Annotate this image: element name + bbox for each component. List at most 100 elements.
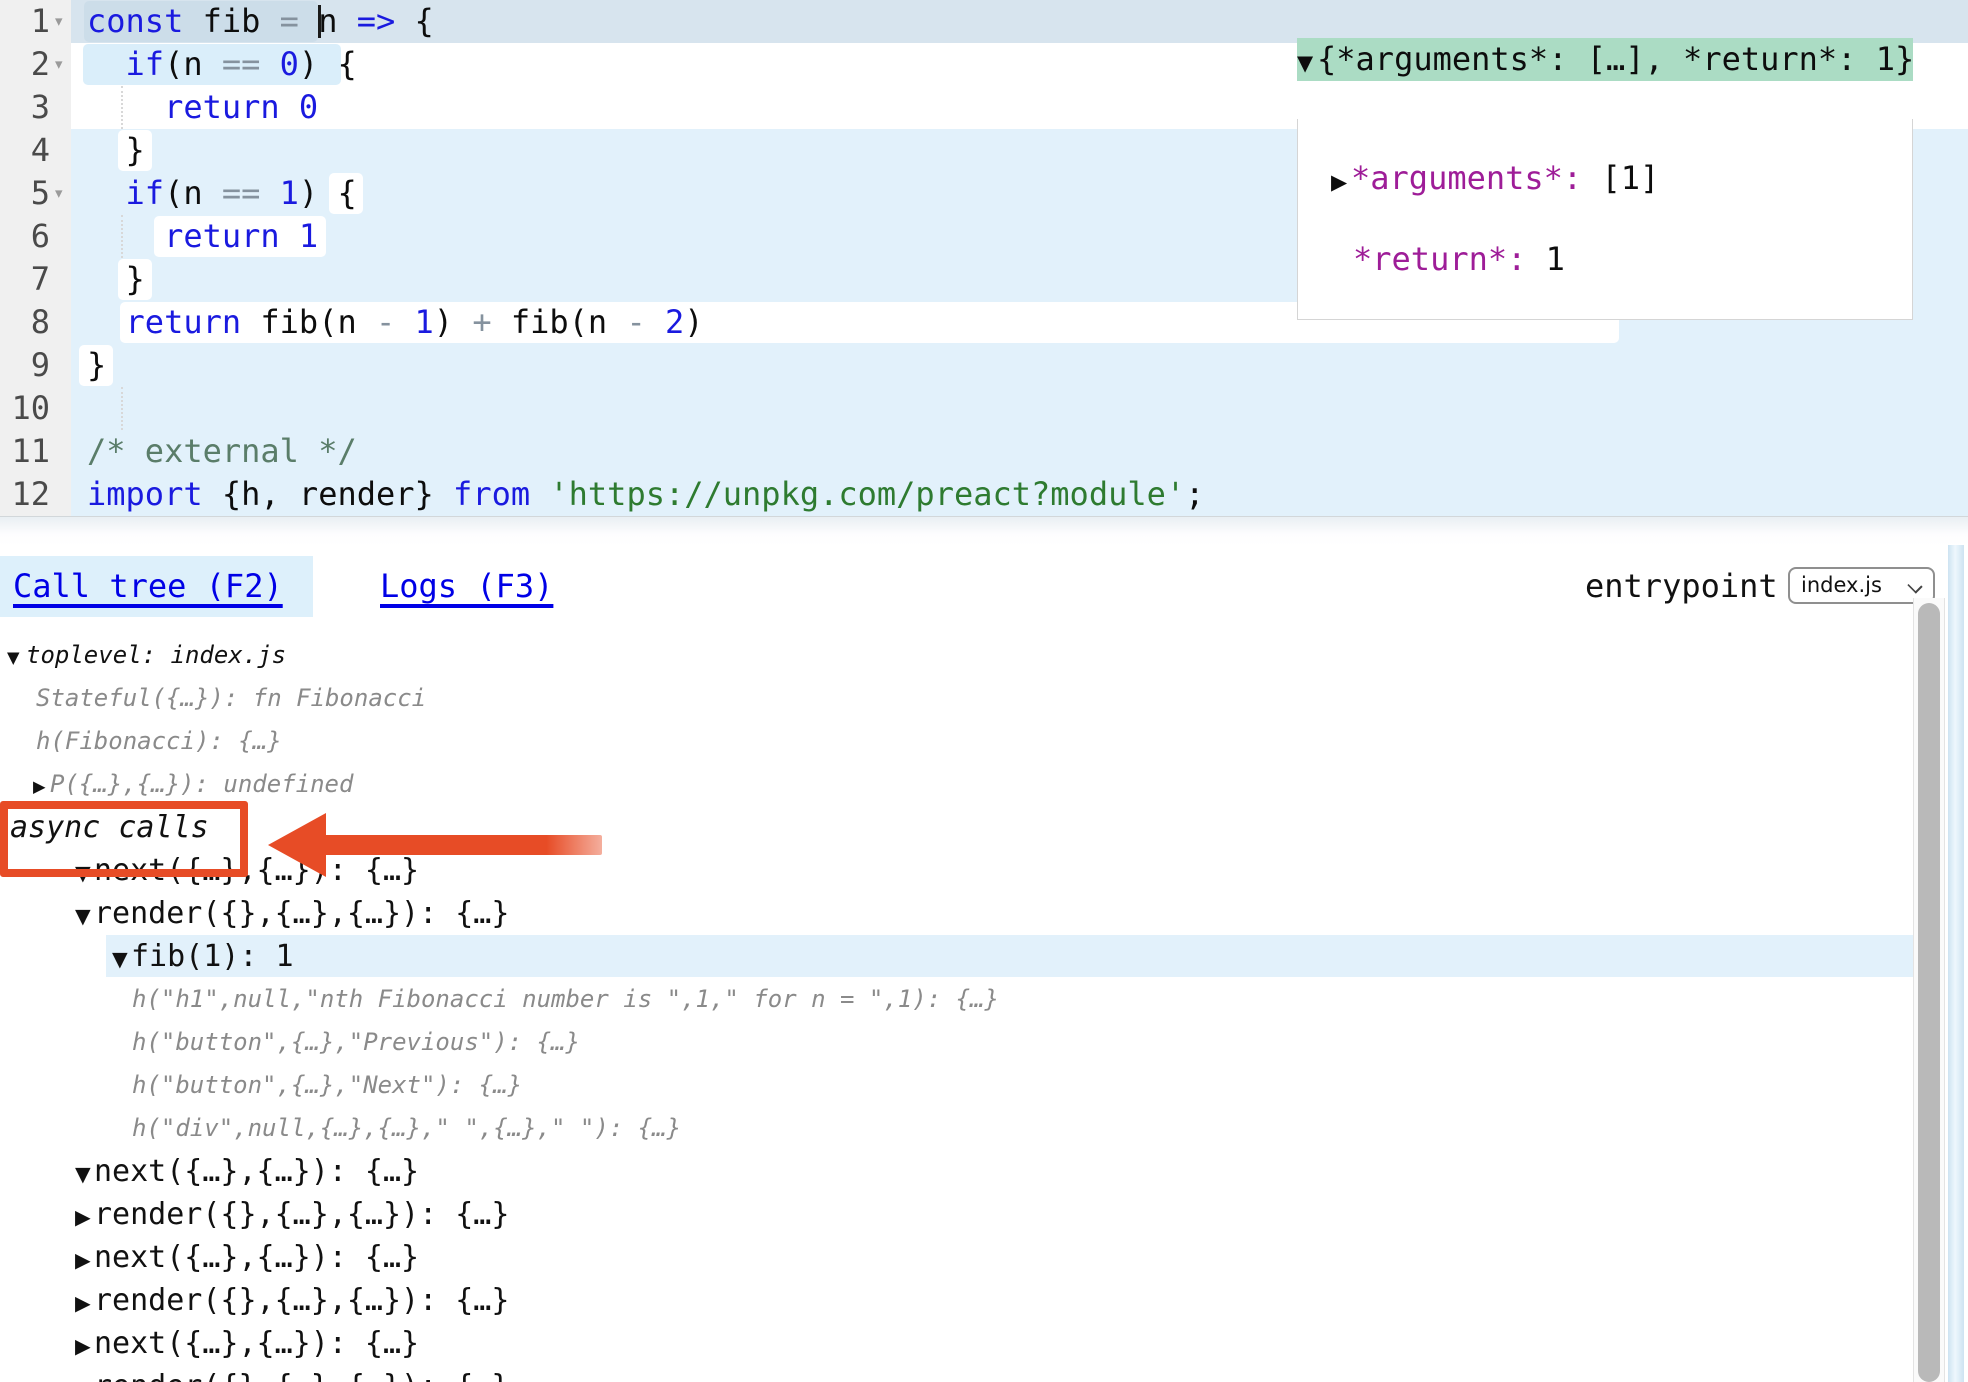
line-number: 2 [0, 43, 50, 86]
line-number: 12 [0, 473, 50, 516]
code-text: if(n == 0) { [87, 43, 357, 86]
panel-divider[interactable] [0, 516, 1968, 546]
fold-arrow-icon[interactable]: ▾ [55, 172, 63, 215]
line-number: 6 [0, 215, 50, 258]
app-window: 1▾const fib = n => {2▾ if(n == 0) {3 ret… [0, 0, 1968, 1382]
line-number: 3 [0, 86, 50, 129]
call-tree: ▼toplevel: index.jsStateful({…}): fn Fib… [0, 634, 1913, 1382]
code-text: return 0 [87, 86, 318, 129]
tree-row-label: next({…},{…}): {…} [94, 1154, 419, 1189]
tree-row-label: Stateful({…}): fn Fibonacci [36, 684, 426, 712]
code-text: } [87, 129, 145, 172]
tree-row-render-3[interactable]: ▶render({},{…},{…}): {…} [0, 1279, 1913, 1322]
tree-row-label: P({…},{…}): undefined [50, 770, 353, 798]
line-number: 9 [0, 344, 50, 387]
code-text: return fib(n - 1) + fib(n - 2) [87, 301, 704, 344]
tree-row-next-2[interactable]: ▼next({…},{…}): {…} [0, 1150, 1913, 1193]
tree-row-label: next({…},{…}): {…} [94, 1240, 419, 1275]
line-number: 1 [0, 0, 50, 43]
collapse-icon[interactable]: ▼ [7, 636, 26, 679]
annotation-red-box [0, 801, 248, 877]
expand-icon[interactable]: ▶ [75, 1196, 94, 1239]
text-cursor [318, 5, 321, 38]
tree-row-fib-1[interactable]: ▼fib(1): 1 [0, 935, 1913, 978]
line-number: 5 [0, 172, 50, 215]
entrypoint-label: entrypoint [1585, 556, 1778, 617]
tooltip-arguments-key: *arguments*: [1351, 159, 1582, 197]
annotation-arrow-shaft [324, 835, 602, 855]
tree-row-label: h("h1",null,"nth Fibonacci number is ",1… [132, 985, 999, 1013]
tree-row-h-h1[interactable]: h("h1",null,"nth Fibonacci number is ",1… [0, 978, 1913, 1021]
code-line: 12 import {h, render} from 'https://unpkg… [0, 473, 1968, 516]
tree-row-label: render({},{…},{…}): {…} [94, 1197, 509, 1232]
fold-arrow-icon[interactable]: ▾ [55, 0, 63, 43]
tree-row-label: render({},{…},{…}): {…} [94, 896, 509, 931]
tree-row-label: h("button",{…},"Previous"): {…} [132, 1028, 580, 1056]
indent-guide [121, 387, 123, 430]
tree-row-label: render({},{…},{…}): {…} [94, 1283, 509, 1318]
annotation-arrow-icon [268, 813, 326, 877]
tree-row-h-button-next[interactable]: h("button",{…},"Next"): {…} [0, 1064, 1913, 1107]
collapse-icon[interactable]: ▼ [75, 895, 94, 938]
collapse-icon[interactable]: ▼ [1297, 42, 1317, 85]
line-number: 8 [0, 301, 50, 344]
tab-call-tree-label[interactable]: Call tree (F2) [13, 567, 283, 605]
line-number: 7 [0, 258, 50, 301]
tooltip-body: ▶*arguments*: [1] *return*: 1 [1297, 119, 1913, 320]
tree-row-h-div[interactable]: h("div",null,{…},{…}," ",{…}," "): {…} [0, 1107, 1913, 1150]
panel-edge-strip [1948, 545, 1964, 1382]
line-number: 10 [0, 387, 50, 430]
tree-row-label: h("div",null,{…},{…}," ",{…}," "): {…} [132, 1114, 681, 1142]
code-text: return 1 [87, 215, 318, 258]
scrollbar-thumb[interactable] [1918, 603, 1940, 1382]
tab-logs[interactable]: Logs (F3) [380, 556, 553, 617]
collapse-icon[interactable]: ▼ [75, 1153, 94, 1196]
code-text: if(n == 1) { [87, 172, 357, 215]
tooltip-return-value: 1 [1526, 240, 1565, 278]
tooltip-return-row: *return*: 1 [1298, 238, 1912, 281]
tree-row-label: render({},{…},{…}): {…} [94, 1369, 509, 1382]
tree-row-h-fibonacci[interactable]: h(Fibonacci): {…} [0, 720, 1913, 763]
line-number: 11 [0, 430, 50, 473]
expand-icon[interactable]: ▶ [1331, 161, 1351, 204]
tree-row-render-4[interactable]: ▶render({},{…},{…}): {…} [0, 1365, 1913, 1382]
tab-logs-label[interactable]: Logs (F3) [380, 567, 553, 605]
code-text: const fib = n => { [87, 0, 434, 43]
code-line: 11 /* external */ [0, 430, 1968, 473]
tooltip-arguments-row[interactable]: ▶*arguments*: [1] [1298, 157, 1912, 200]
tree-row-toplevel[interactable]: ▼toplevel: index.js [0, 634, 1913, 677]
debugger-panel: Call tree (F2) Logs (F3) entrypoint inde… [0, 545, 1968, 1382]
tab-call-tree[interactable]: Call tree (F2) [0, 556, 313, 617]
tree-row-label: toplevel: index.js [26, 641, 286, 669]
tooltip-return-key: *return*: [1353, 240, 1526, 278]
code-text: import {h, render} from 'https://unpkg.c… [87, 473, 1204, 516]
tree-row-next-4[interactable]: ▶next({…},{…}): {…} [0, 1322, 1913, 1365]
code-text: } [87, 344, 106, 387]
code-line: 10 [0, 387, 1968, 430]
expand-icon[interactable]: ▶ [75, 1368, 94, 1382]
tooltip-summary-text: {*arguments*: […], *return*: 1} [1317, 40, 1914, 78]
expand-icon[interactable]: ▶ [75, 1325, 94, 1368]
expand-icon[interactable]: ▶ [75, 1282, 94, 1325]
tree-row-label: next({…},{…}): {…} [94, 1326, 419, 1361]
line-number: 4 [0, 129, 50, 172]
tree-row-p-call[interactable]: ▶P({…},{…}): undefined [0, 763, 1913, 806]
tree-row-label: h(Fibonacci): {…} [36, 727, 282, 755]
expand-icon[interactable]: ▶ [75, 1239, 94, 1282]
tree-row-label: h("button",{…},"Next"): {…} [132, 1071, 522, 1099]
collapse-icon[interactable]: ▼ [112, 938, 131, 981]
tree-row-label: fib(1): 1 [131, 939, 294, 974]
chevron-down-icon [1907, 578, 1922, 593]
tooltip-summary-row[interactable]: ▼{*arguments*: […], *return*: 1} [1297, 38, 1913, 81]
tree-row-render-1[interactable]: ▼render({},{…},{…}): {…} [0, 892, 1913, 935]
code-text: } [87, 258, 145, 301]
fold-arrow-icon[interactable]: ▾ [55, 43, 63, 86]
entrypoint-selected-value: index.js [1801, 569, 1882, 602]
tree-row-stateful[interactable]: Stateful({…}): fn Fibonacci [0, 677, 1913, 720]
debug-value-tooltip: ▼{*arguments*: […], *return*: 1} ▶*argum… [1297, 0, 1913, 358]
tooltip-arguments-value: [1] [1582, 159, 1659, 197]
tree-row-next-3[interactable]: ▶next({…},{…}): {…} [0, 1236, 1913, 1279]
tree-row-render-2[interactable]: ▶render({},{…},{…}): {…} [0, 1193, 1913, 1236]
code-text: /* external */ [87, 430, 357, 473]
tree-row-h-button-prev[interactable]: h("button",{…},"Previous"): {…} [0, 1021, 1913, 1064]
